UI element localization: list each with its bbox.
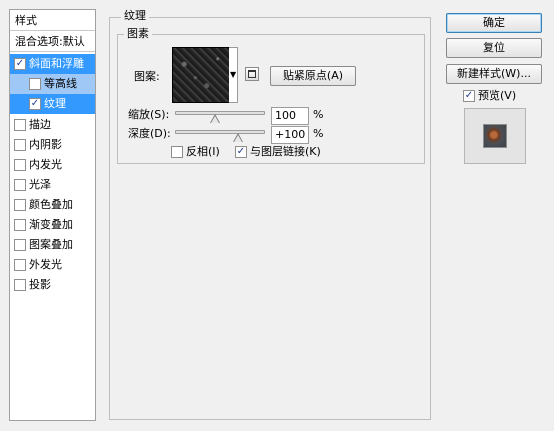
- depth-slider-track[interactable]: [175, 130, 265, 134]
- gradient-overlay-checkbox[interactable]: [14, 219, 26, 231]
- new-style-button[interactable]: 新建样式(W)...: [446, 64, 542, 84]
- depth-percent: %: [313, 127, 324, 140]
- style-item-outer-glow[interactable]: 外发光: [10, 255, 95, 275]
- new-preset-button[interactable]: [245, 67, 259, 81]
- scale-slider-track[interactable]: [175, 111, 265, 115]
- stroke-checkbox[interactable]: [14, 119, 26, 131]
- texture-section-title: 纹理: [121, 9, 149, 23]
- pattern-overlay-checkbox[interactable]: [14, 239, 26, 251]
- style-item-label: 外发光: [29, 258, 62, 271]
- invert-checkbox[interactable]: [171, 146, 183, 158]
- style-item-label: 描边: [29, 118, 51, 131]
- elements-group-title: 图素: [124, 27, 152, 41]
- style-item-label: 斜面和浮雕: [29, 57, 84, 70]
- style-item-color-overlay[interactable]: 颜色叠加: [10, 195, 95, 215]
- depth-input[interactable]: +100: [271, 126, 309, 144]
- scale-slider-thumb[interactable]: [209, 114, 220, 123]
- chevron-down-icon: ▼: [230, 70, 237, 79]
- style-item-label: 图案叠加: [29, 238, 73, 251]
- scale-percent: %: [313, 108, 324, 121]
- preview-label: 预览(V): [478, 89, 517, 102]
- depth-slider-thumb[interactable]: [233, 133, 243, 142]
- style-item-satin[interactable]: 光泽: [10, 175, 95, 195]
- style-item-label: 颜色叠加: [29, 198, 73, 211]
- style-item-label: 投影: [29, 278, 51, 291]
- style-item-stroke[interactable]: 描边: [10, 115, 95, 135]
- link-with-layer-checkbox[interactable]: [235, 146, 247, 158]
- contour-checkbox[interactable]: [29, 78, 41, 90]
- invert-label: 反相(I): [186, 145, 220, 158]
- style-item-label: 光泽: [29, 178, 51, 191]
- satin-checkbox[interactable]: [14, 179, 26, 191]
- drop-shadow-checkbox[interactable]: [14, 279, 26, 291]
- depth-label: 深度(D):: [128, 127, 171, 140]
- style-preview-swatch: [483, 124, 507, 148]
- style-item-label: 内阴影: [29, 138, 62, 151]
- style-item-label: 纹理: [44, 97, 66, 110]
- preview-checkbox[interactable]: [463, 90, 475, 102]
- style-item-drop-shadow[interactable]: 投影: [10, 275, 95, 295]
- snap-to-origin-button[interactable]: 贴紧原点(A): [270, 66, 356, 86]
- style-item-label: 渐变叠加: [29, 218, 73, 231]
- style-preview-box: [464, 108, 526, 164]
- styles-list-panel: 样式 混合选项:默认 斜面和浮雕 等高线 纹理 描边 内阴影 内发光 光泽 颜色…: [9, 9, 96, 421]
- inner-glow-checkbox[interactable]: [14, 159, 26, 171]
- link-with-layer-label: 与图层链接(K): [250, 145, 321, 158]
- pattern-swatch[interactable]: [172, 47, 230, 103]
- style-item-gradient-overlay[interactable]: 渐变叠加: [10, 215, 95, 235]
- ok-button[interactable]: 确定: [446, 13, 542, 33]
- inner-shadow-checkbox[interactable]: [14, 139, 26, 151]
- style-item-pattern-overlay[interactable]: 图案叠加: [10, 235, 95, 255]
- style-item-label: 内发光: [29, 158, 62, 171]
- style-item-inner-shadow[interactable]: 内阴影: [10, 135, 95, 155]
- color-overlay-checkbox[interactable]: [14, 199, 26, 211]
- style-item-bevel-emboss[interactable]: 斜面和浮雕: [10, 54, 95, 74]
- scale-label: 缩放(S):: [128, 108, 170, 121]
- styles-header[interactable]: 样式: [10, 10, 95, 31]
- outer-glow-checkbox[interactable]: [14, 259, 26, 271]
- new-preset-icon: [248, 70, 256, 78]
- scale-input[interactable]: 100: [271, 107, 309, 125]
- reset-button[interactable]: 复位: [446, 38, 542, 58]
- style-item-contour[interactable]: 等高线: [10, 74, 95, 94]
- style-item-label: 等高线: [44, 77, 77, 90]
- bevel-emboss-checkbox[interactable]: [14, 58, 26, 70]
- texture-checkbox[interactable]: [29, 98, 41, 110]
- blend-options-item[interactable]: 混合选项:默认: [10, 31, 95, 52]
- style-item-inner-glow[interactable]: 内发光: [10, 155, 95, 175]
- pattern-dropdown-button[interactable]: ▼: [229, 47, 238, 103]
- style-item-texture[interactable]: 纹理: [10, 94, 95, 114]
- pattern-label: 图案:: [134, 70, 160, 83]
